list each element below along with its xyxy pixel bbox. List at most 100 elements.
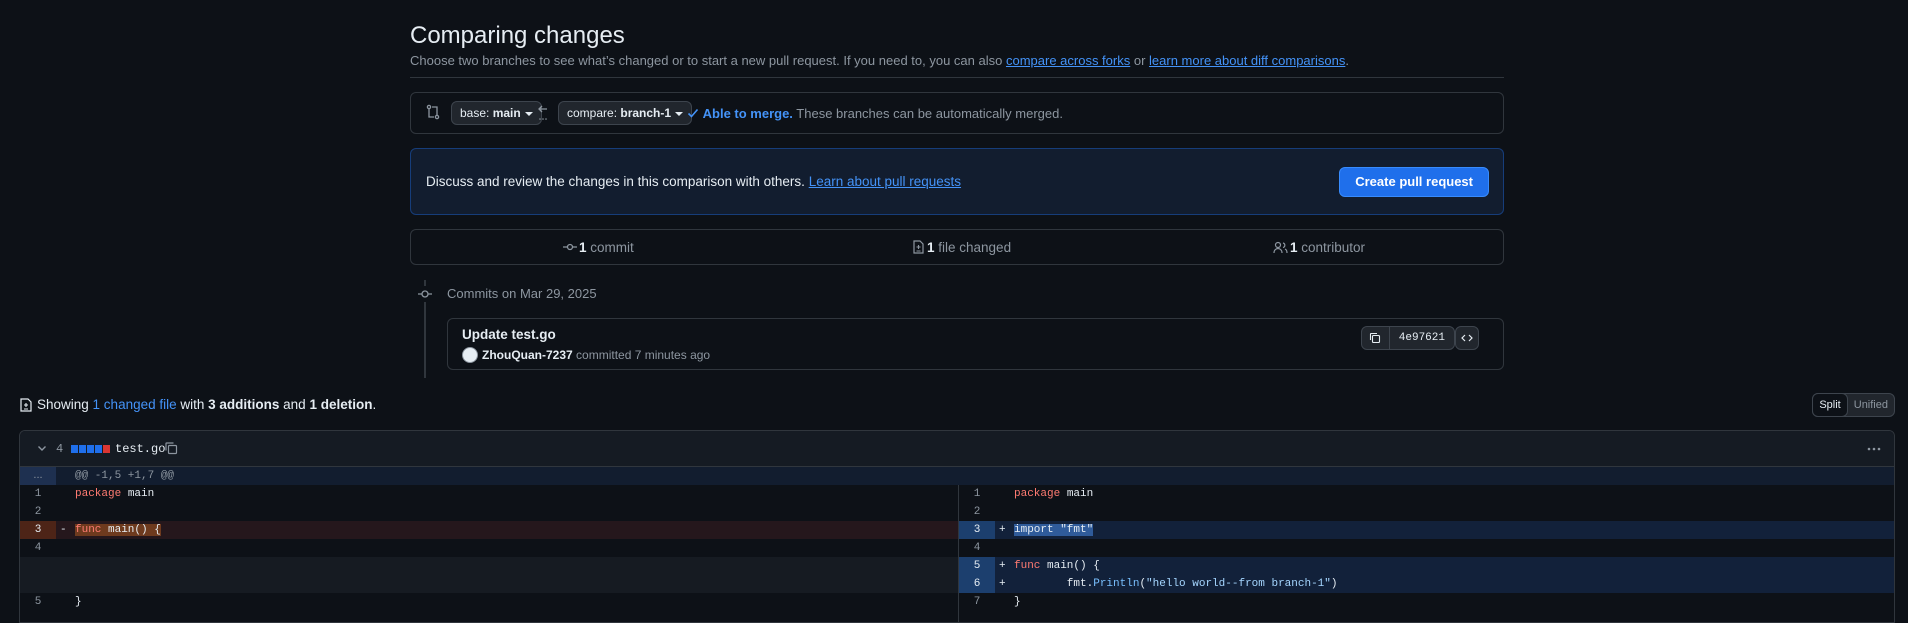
line-number[interactable]: 5 [959, 557, 995, 575]
deletions-count: 1 deletion [309, 397, 373, 412]
line-number[interactable]: 3 [959, 521, 995, 539]
discuss-banner: Discuss and review the changes in this c… [410, 148, 1504, 215]
summary-and: and [279, 397, 310, 412]
commits-count: 1 [579, 240, 587, 255]
deleted-highlight: func main() { [75, 524, 161, 536]
learn-pull-requests-link[interactable]: Learn about pull requests [809, 174, 961, 189]
line-number[interactable]: 3 [20, 521, 56, 539]
copy-icon[interactable] [164, 441, 178, 455]
merge-status: Able to merge. These branches can be aut… [687, 106, 1063, 121]
caret-down-icon [675, 111, 684, 116]
learn-diff-comparisons-link[interactable]: learn more about diff comparisons [1149, 53, 1345, 68]
token-keyword: package [1014, 488, 1061, 500]
commits-stat[interactable]: 1 commit [563, 240, 634, 255]
commit-meta: ZhouQuan-7237 committed 7 minutes ago [462, 347, 710, 363]
base-branch-name: main [492, 106, 521, 120]
diff-line: 2 [959, 503, 1894, 521]
code-line: } [1014, 596, 1021, 608]
unified-view-button[interactable]: Unified [1848, 394, 1894, 416]
discuss-text: Discuss and review the changes in this c… [426, 174, 961, 189]
avatar[interactable] [462, 347, 478, 363]
diff-line-added: 5 + func main() { [959, 557, 1894, 575]
diff-right-pane: 1 package main 2 3 + import "fmt" 4 5 + func … [958, 485, 1894, 622]
line-number[interactable]: 1 [20, 485, 56, 503]
chevron-down-icon[interactable] [36, 442, 48, 454]
changed-files-link[interactable]: 1 changed file [93, 397, 177, 412]
code-line: fmt.Println("hello world--from branch-1"… [1014, 578, 1338, 590]
added-highlight: import "fmt" [1014, 524, 1094, 536]
diff-summary: Showing 1 changed file with 3 additions … [19, 397, 376, 412]
split-view-button[interactable]: Split [1812, 393, 1848, 417]
diff-line-added: 3 + import "fmt" [959, 521, 1894, 539]
create-pull-request-button[interactable]: Create pull request [1339, 167, 1489, 197]
expand-hunk-button[interactable]: ... [20, 467, 56, 485]
compare-branch-select[interactable]: compare: branch-1 [558, 101, 693, 125]
file-diff-icon [20, 398, 32, 412]
diff-marker: + [999, 524, 1006, 536]
commits-label: commit [586, 240, 634, 255]
file-diff: 4 test.go ... @@ -1,5 +1,7 @@ 1 package m… [19, 430, 1895, 623]
compare-branch-name: branch-1 [620, 106, 672, 120]
file-diff-icon [913, 240, 924, 254]
files-stat[interactable]: 1 file changed [911, 240, 1011, 255]
arrow-left-icon [538, 105, 547, 120]
line-number[interactable]: 7 [959, 593, 995, 611]
commit-icon [563, 243, 577, 251]
contributors-label: contributor [1297, 240, 1366, 255]
diff-line-empty [20, 557, 958, 575]
diff-line-deleted: 3- func main() { [20, 521, 958, 539]
divider [410, 77, 1504, 78]
hunk-header: ... @@ -1,5 +1,7 @@ [20, 467, 1894, 485]
range-editor: base: main compare: branch-1 Able to mer… [410, 92, 1504, 134]
diffstat-block [103, 445, 110, 453]
commit-sha-link[interactable]: 4e97621 [1390, 327, 1454, 349]
line-number[interactable]: 5 [20, 593, 56, 611]
diff-line-added: 6 + fmt.Println("hello world--from branch… [959, 575, 1894, 593]
line-number[interactable]: 2 [959, 503, 995, 521]
line-number[interactable]: 4 [20, 539, 56, 557]
commit-author-link[interactable]: ZhouQuan-7237 [482, 348, 573, 362]
diff-line: 2 [20, 503, 958, 521]
contributors-stat[interactable]: 1 contributor [1273, 240, 1365, 255]
discuss-message: Discuss and review the changes in this c… [426, 174, 809, 189]
diffstat-block [87, 445, 94, 453]
check-icon [687, 108, 699, 118]
diff-marker: + [999, 578, 1006, 590]
compare-across-forks-link[interactable]: compare across forks [1006, 53, 1130, 68]
token-keyword: func [75, 524, 102, 536]
diffstat-block [71, 445, 78, 453]
diffstat-bar [71, 445, 110, 453]
page-subtitle: Choose two branches to see what’s change… [410, 53, 1349, 68]
line-number[interactable]: 4 [959, 539, 995, 557]
file-name-link[interactable]: test.go [115, 442, 165, 456]
commit-node-icon [417, 286, 433, 302]
subtitle-or: or [1130, 53, 1150, 68]
code-icon [1461, 334, 1473, 342]
contributors-count: 1 [1290, 240, 1298, 255]
base-branch-select[interactable]: base: main [451, 101, 542, 125]
diff-view-toggle: Split Unified [1812, 393, 1895, 417]
people-icon [1273, 241, 1288, 254]
code-line: package main [1014, 488, 1094, 500]
kebab-horizontal-icon[interactable] [1866, 441, 1882, 457]
hunk-range: @@ -1,5 +1,7 @@ [75, 470, 175, 482]
token-keyword: func [1014, 560, 1041, 572]
diff-line-empty [20, 575, 958, 593]
token-string: "hello world--from branch-1" [1146, 578, 1331, 590]
browse-repo-button[interactable] [1455, 326, 1479, 350]
subtitle-text: Choose two branches to see what’s change… [410, 53, 1006, 68]
merge-note: These branches can be automatically merg… [792, 106, 1063, 121]
summary-prefix: Showing [37, 397, 93, 412]
diff-line: 4 [20, 539, 958, 557]
line-number[interactable]: 6 [959, 575, 995, 593]
commit-message-link[interactable]: Update test.go [462, 327, 556, 342]
commit-item: Update test.go ZhouQuan-7237 committed 7… [447, 318, 1504, 370]
copy-sha-button[interactable] [1362, 327, 1390, 349]
sha-button-group: 4e97621 [1360, 326, 1455, 350]
file-change-count: 4 [56, 442, 64, 456]
line-number[interactable]: 2 [20, 503, 56, 521]
page-title: Comparing changes [410, 22, 625, 49]
line-number[interactable]: 1 [959, 485, 995, 503]
git-compare-icon [426, 104, 440, 120]
caret-down-icon [524, 111, 533, 116]
